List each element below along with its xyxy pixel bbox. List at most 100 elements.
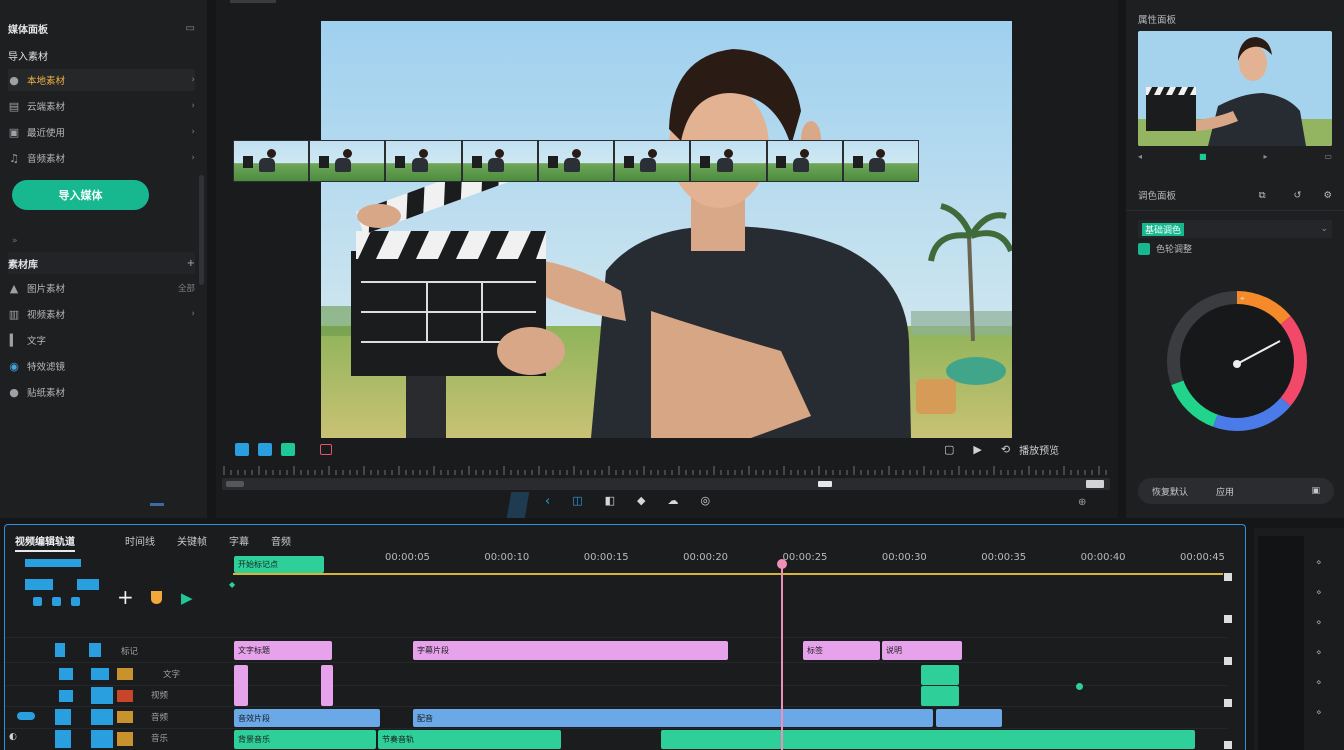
library-item-images[interactable]: ▲ 图片素材 全部 xyxy=(8,277,195,299)
library-item-effects[interactable]: ◉ 特效滤镜 xyxy=(8,355,195,377)
zoom-out-icon[interactable]: ⋄ xyxy=(1316,648,1322,658)
scroll-thumb[interactable] xyxy=(1224,615,1232,623)
track-eye-icon[interactable] xyxy=(89,643,101,657)
collapse-icon[interactable]: ▭ xyxy=(186,23,195,34)
marker-icon[interactable]: ■ xyxy=(1199,152,1207,161)
text-clip[interactable]: 文字标题 xyxy=(234,641,332,660)
settings-icon[interactable]: ⚙ xyxy=(1323,190,1332,201)
start-marker[interactable]: 开始标记点 xyxy=(234,556,324,573)
record-icon[interactable] xyxy=(320,443,332,455)
audio-clip[interactable]: 音效片段 xyxy=(234,709,380,727)
track-lock-icon[interactable] xyxy=(55,730,71,748)
library-item-text[interactable]: ▍ 文字 xyxy=(8,329,195,351)
playhead-knob[interactable] xyxy=(777,559,787,569)
track-tool-icon[interactable] xyxy=(71,597,80,606)
apply-button[interactable]: 应用 xyxy=(1216,485,1234,498)
loop-icon[interactable]: ⟲ xyxy=(1001,443,1010,456)
left-panel-scrollbar[interactable] xyxy=(199,175,204,285)
panel-resize-handle[interactable] xyxy=(150,503,164,506)
transition-clip[interactable] xyxy=(234,665,248,706)
track-lock-icon[interactable] xyxy=(59,668,73,680)
tab-subtitle[interactable]: 字幕 xyxy=(229,533,249,552)
split-icon[interactable]: ◫ xyxy=(572,494,582,509)
video-clip-filmstrip[interactable] xyxy=(233,140,919,182)
zoom-in-icon[interactable]: ⋄ xyxy=(1316,618,1322,628)
add-track-icon[interactable]: + xyxy=(117,585,134,609)
zoom-icon[interactable]: ⊕ xyxy=(1078,497,1086,508)
copy-icon[interactable]: ⧉ xyxy=(1259,190,1266,201)
more-icon[interactable]: ◎ xyxy=(700,494,710,509)
time-ruler[interactable] xyxy=(222,465,1112,475)
ellipsis-icon[interactable]: » xyxy=(12,236,18,246)
effect-clip[interactable] xyxy=(921,686,959,706)
fit-timeline-icon[interactable]: ⋄ xyxy=(1316,678,1322,688)
track-eye-icon[interactable] xyxy=(91,668,109,680)
tab-audio[interactable]: 音频 xyxy=(271,533,291,552)
import-media-button[interactable]: 导入媒体 xyxy=(12,180,149,210)
music-clip[interactable] xyxy=(661,730,1195,749)
scroll-thumb[interactable] xyxy=(1224,657,1232,665)
play-icon[interactable]: ▶ xyxy=(973,443,981,456)
text-clip[interactable]: 字幕片段 xyxy=(413,641,728,660)
track-color-icon[interactable] xyxy=(117,732,133,746)
link-icon[interactable]: ⋄ xyxy=(1316,588,1322,598)
timeline-vertical-scrollbar[interactable] xyxy=(1223,573,1233,749)
scrub-start-handle[interactable] xyxy=(226,481,244,487)
shield-icon[interactable] xyxy=(151,591,162,604)
track-color-icon[interactable] xyxy=(117,711,133,723)
preview-thumbnail[interactable] xyxy=(1138,31,1332,146)
export-icon[interactable]: ▣ xyxy=(1311,486,1320,496)
tab-video-track[interactable]: 视频编辑轨道 xyxy=(15,533,75,552)
track-lock-icon[interactable] xyxy=(59,690,73,702)
back-icon[interactable]: ‹ xyxy=(545,494,550,509)
track-music-icon[interactable]: ◐ xyxy=(9,732,17,742)
preview-scrubber[interactable] xyxy=(222,478,1110,490)
fit-icon[interactable] xyxy=(235,442,249,456)
track-eye-icon[interactable] xyxy=(91,709,113,725)
preset-value-row[interactable]: 色轮调整 xyxy=(1138,242,1192,255)
sidebar-item-local[interactable]: ● 本地素材 › xyxy=(8,69,195,91)
text-clip[interactable]: 说明 xyxy=(882,641,962,660)
scroll-thumb[interactable] xyxy=(1224,699,1232,707)
reset-icon[interactable]: ↺ xyxy=(1294,190,1302,201)
next-frame-icon[interactable]: ▸ xyxy=(1263,152,1267,161)
sidebar-item-audio[interactable]: ♫ 音频素材 › xyxy=(8,147,195,169)
speed-icon[interactable]: ☁ xyxy=(667,494,678,509)
snap-icon[interactable]: ⋄ xyxy=(1316,558,1322,568)
scroll-thumb[interactable] xyxy=(1224,573,1232,581)
scroll-thumb[interactable] xyxy=(1224,741,1232,749)
playhead[interactable] xyxy=(777,559,787,750)
safe-area-icon[interactable] xyxy=(281,442,295,456)
music-clip[interactable]: 背景音乐 xyxy=(234,730,376,749)
add-icon[interactable]: + xyxy=(187,258,195,269)
track-eye-icon[interactable] xyxy=(91,687,113,704)
color-wheel[interactable]: ⌖ xyxy=(1162,286,1312,436)
scrub-end-handle[interactable] xyxy=(1086,480,1104,488)
track-tool-bar[interactable] xyxy=(25,559,81,567)
audio-clip[interactable] xyxy=(936,709,1002,727)
grid-icon[interactable] xyxy=(258,442,272,456)
track-audio-icon[interactable] xyxy=(17,712,35,720)
transition-clip[interactable] xyxy=(321,665,333,706)
settings-icon[interactable]: ⋄ xyxy=(1316,708,1322,718)
video-preview[interactable] xyxy=(321,21,1012,438)
fullscreen-icon[interactable]: ▢ xyxy=(944,443,954,456)
track-color-icon[interactable] xyxy=(117,690,133,702)
audio-clip[interactable]: 配音 xyxy=(413,709,933,727)
track-tool-icon[interactable] xyxy=(33,597,42,606)
tab-keyframe[interactable]: 关键帧 xyxy=(177,533,207,552)
sidebar-item-cloud[interactable]: ▤ 云端素材 › xyxy=(8,95,195,117)
preset-row[interactable]: 基础调色 ⌄ xyxy=(1138,220,1332,238)
track-tool-a[interactable] xyxy=(25,579,53,590)
track-tool-icon[interactable] xyxy=(52,597,61,606)
work-area-bar[interactable] xyxy=(233,573,1223,575)
reset-default-button[interactable]: 恢复默认 xyxy=(1152,485,1188,498)
text-clip[interactable]: 标签 xyxy=(803,641,880,660)
in-point-icon[interactable]: ◆ xyxy=(229,580,235,589)
track-lock-icon[interactable] xyxy=(55,643,65,657)
library-item-stickers[interactable]: ● 贴纸素材 xyxy=(8,381,195,403)
effect-clip[interactable] xyxy=(921,665,959,685)
track-eye-icon[interactable] xyxy=(91,730,113,748)
library-item-videos[interactable]: ▥ 视频素材 › xyxy=(8,303,195,325)
track-lock-icon[interactable] xyxy=(55,709,71,725)
